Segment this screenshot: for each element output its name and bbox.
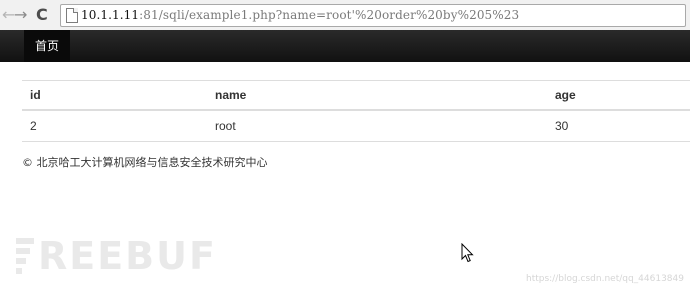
- column-header-id: id: [22, 80, 207, 111]
- url-path: :81/sqli/example1.php?name=root'%20order…: [139, 8, 520, 22]
- cell-age: 30: [547, 110, 690, 142]
- browser-toolbar: ← → C 10.1.1.11:81/sqli/example1.php?nam…: [0, 0, 690, 31]
- source-watermark: https://blog.csdn.net/qq_44613849: [525, 274, 684, 284]
- cell-id: 2: [22, 110, 207, 142]
- table-row: 2 root 30: [22, 110, 690, 142]
- forward-arrow-icon[interactable]: →: [14, 6, 27, 24]
- column-header-age: age: [547, 80, 690, 111]
- freebuf-logo-icon: [16, 238, 34, 274]
- freebuf-watermark: REEBUF: [16, 236, 217, 276]
- column-header-name: name: [207, 80, 547, 111]
- footer-copyright: © 北京哈工大计算机网络与信息安全技术研究中心: [22, 156, 268, 169]
- table-header-row: id name age: [22, 80, 690, 111]
- url-host: 10.1.1.11: [81, 8, 140, 22]
- page-icon: [66, 8, 78, 23]
- nav-home-link[interactable]: 首页: [24, 30, 71, 62]
- reload-icon[interactable]: C: [36, 6, 48, 24]
- mouse-cursor-icon: [461, 243, 474, 263]
- watermark-text: REEBUF: [38, 234, 217, 278]
- cell-name: root: [207, 110, 547, 142]
- results-table: id name age 2 root 30: [22, 80, 690, 142]
- address-bar[interactable]: 10.1.1.11:81/sqli/example1.php?name=root…: [60, 4, 686, 27]
- url-text[interactable]: 10.1.1.11:81/sqli/example1.php?name=root…: [81, 8, 519, 23]
- site-navbar: 首页: [0, 30, 690, 62]
